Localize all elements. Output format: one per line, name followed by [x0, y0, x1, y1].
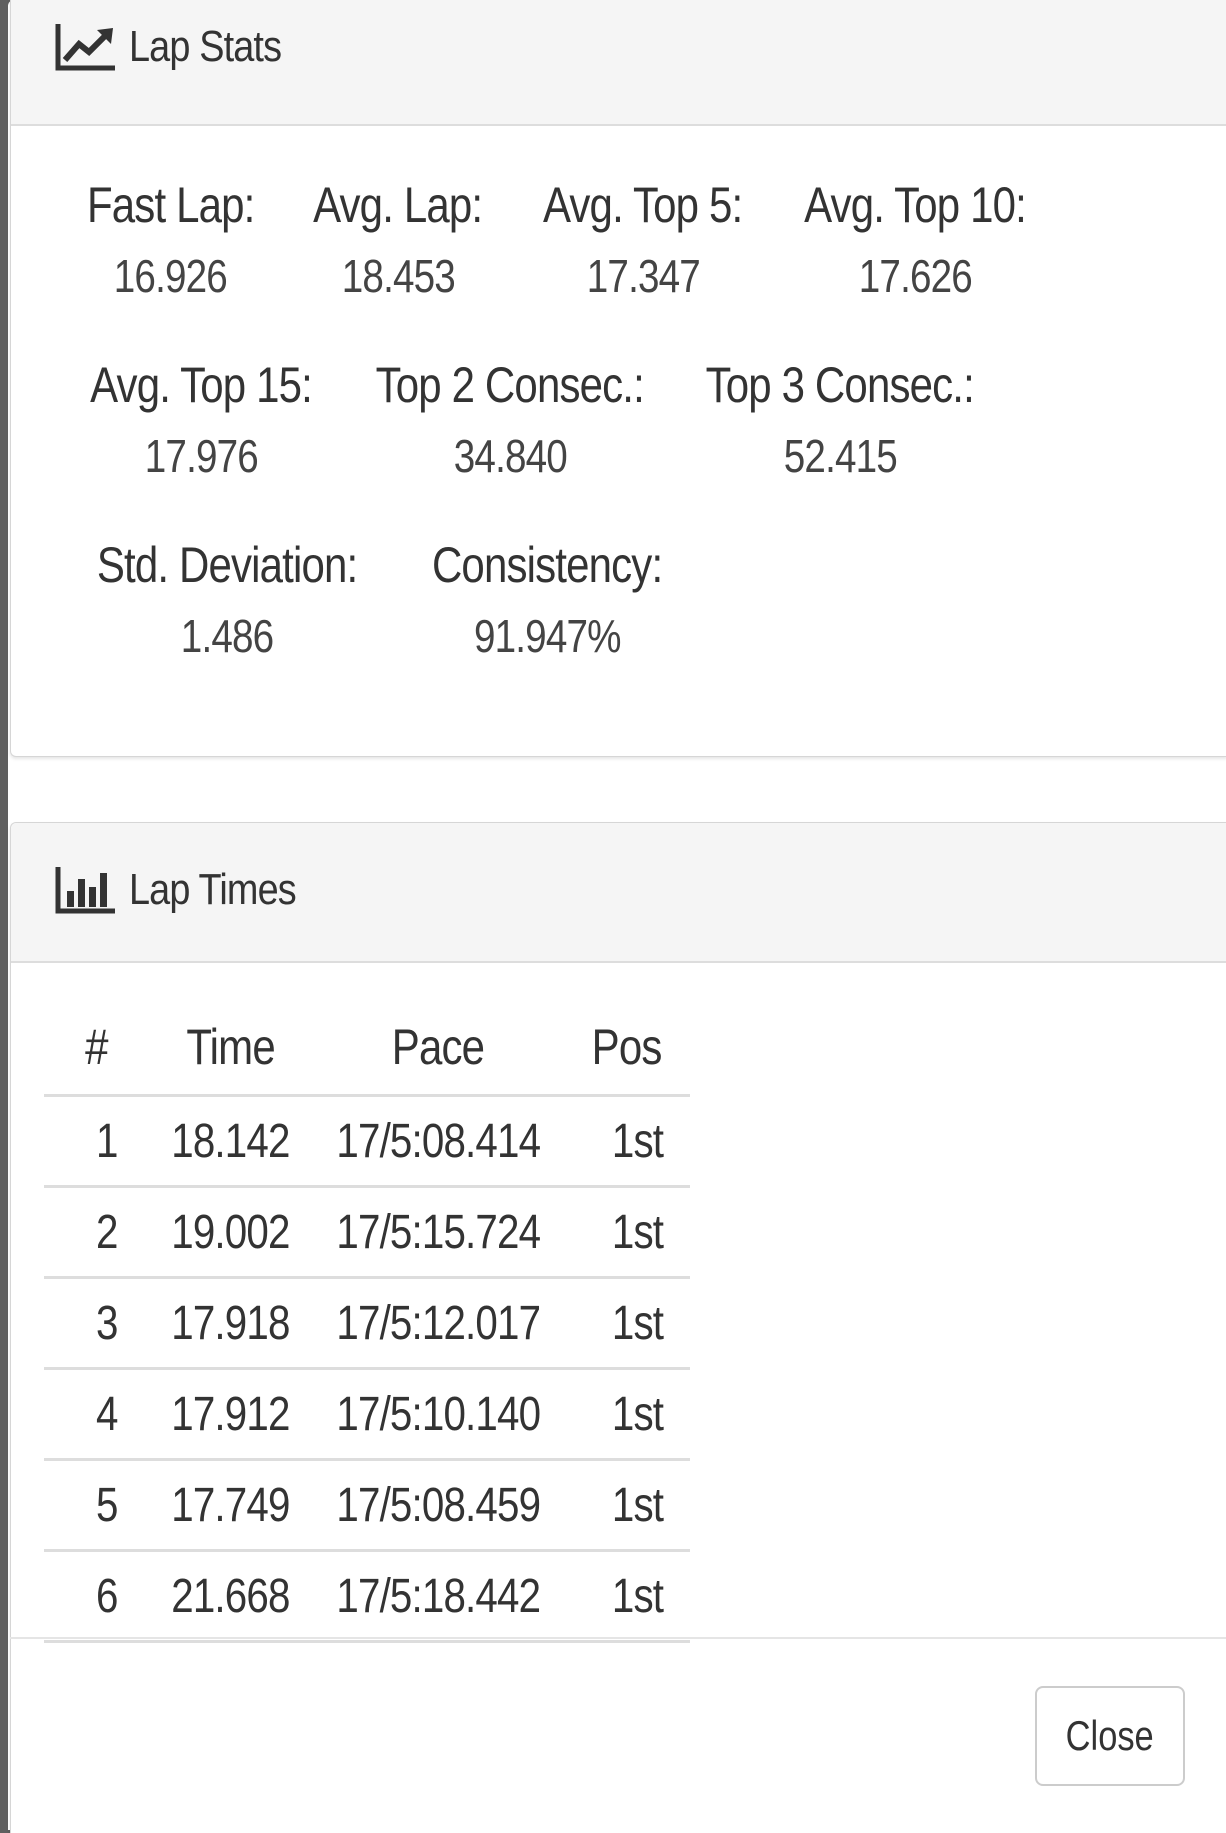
lap-number: 3 [96, 1296, 118, 1350]
lap-times-table: # Time Pace Pos 1 18.142 17/5:08.414 1st… [44, 1000, 690, 1643]
stat-value: 17.976 [144, 430, 258, 482]
lap-pace: 17/5:12.017 [336, 1296, 541, 1350]
stat-label: Avg. Lap: [313, 177, 483, 233]
stat-value: 18.453 [341, 250, 455, 302]
lap-number: 1 [96, 1114, 118, 1168]
table-header-row: # Time Pace Pos [44, 1000, 690, 1097]
table-row: 3 17.918 17/5:12.017 1st [44, 1277, 690, 1370]
lap-times-title: Lap Times [129, 865, 297, 914]
stat-label: Avg. Top 5: [543, 177, 743, 233]
modal-footer-divider [10, 1637, 1226, 1639]
lap-pace: 17/5:10.140 [336, 1387, 541, 1441]
stat-label: Avg. Top 15: [90, 357, 313, 413]
stat-avg-top-5: Avg. Top 5: 17.347 [512, 174, 774, 308]
stat-value: 16.926 [113, 250, 228, 302]
column-header-pos: Pos [591, 1019, 662, 1075]
lap-pace: 17/5:18.442 [336, 1569, 541, 1623]
stats-row-2: Avg. Top 15: 17.976 Top 2 Consec.: 34.84… [57, 354, 1005, 488]
bar-chart-icon [55, 867, 115, 914]
stat-value: 91.947% [473, 610, 622, 662]
lap-position: 1st [611, 1205, 664, 1259]
lap-position: 1st [611, 1296, 664, 1350]
lap-number: 6 [96, 1569, 118, 1623]
stat-fast-lap: Fast Lap: 16.926 [57, 174, 284, 308]
column-header-time: Time [186, 1019, 275, 1075]
close-button[interactable]: Close [1035, 1686, 1185, 1786]
table-row: 4 17.912 17/5:10.140 1st [44, 1368, 690, 1461]
stats-row-3: Std. Deviation: 1.486 Consistency: 91.94… [57, 534, 697, 668]
stat-value: 17.347 [586, 250, 700, 302]
column-header-pace: Pace [391, 1019, 485, 1075]
table-row: 2 19.002 17/5:15.724 1st [44, 1186, 690, 1279]
stat-label: Fast Lap: [86, 177, 255, 233]
stat-value: 1.486 [180, 610, 274, 662]
stat-value: 17.626 [858, 250, 972, 302]
lap-pace: 17/5:08.459 [336, 1478, 541, 1532]
stat-value: 52.415 [783, 430, 897, 482]
lap-time: 17.912 [171, 1387, 290, 1441]
stat-std-deviation: Std. Deviation: 1.486 [57, 534, 397, 668]
lap-position: 1st [611, 1569, 664, 1623]
line-chart-icon [55, 24, 115, 71]
lap-time: 17.749 [171, 1478, 290, 1532]
stat-avg-top-10: Avg. Top 10: 17.626 [774, 174, 1056, 308]
column-header-number: # [85, 1019, 108, 1075]
stat-avg-lap: Avg. Lap: 18.453 [284, 174, 512, 308]
lap-pace: 17/5:15.724 [336, 1205, 541, 1259]
lap-stats-panel: Lap Stats Fast Lap: 16.926 Avg. Lap: 18.… [10, 0, 1226, 757]
lap-time: 18.142 [171, 1114, 290, 1168]
lap-number: 4 [96, 1387, 118, 1441]
table-row: 1 18.142 17/5:08.414 1st [44, 1095, 690, 1188]
stat-value: 34.840 [453, 430, 567, 482]
stats-row-1: Fast Lap: 16.926 Avg. Lap: 18.453 Avg. T… [57, 174, 1056, 308]
lap-time: 21.668 [171, 1569, 290, 1623]
stat-consistency: Consistency: 91.947% [397, 534, 697, 668]
lap-time: 19.002 [171, 1205, 290, 1259]
close-button-label: Close [1065, 1712, 1155, 1759]
lap-number: 2 [96, 1205, 118, 1259]
table-row: 6 21.668 17/5:18.442 1st [44, 1550, 690, 1643]
table-row: 5 17.749 17/5:08.459 1st [44, 1459, 690, 1552]
stat-label: Top 3 Consec.: [705, 357, 975, 413]
lap-time: 17.918 [171, 1296, 290, 1350]
lap-stats-heading: Lap Stats [11, 0, 1226, 126]
stat-top-3-consec: Top 3 Consec.: 52.415 [675, 354, 1005, 488]
lap-position: 1st [611, 1387, 664, 1441]
stat-avg-top-15: Avg. Top 15: 17.976 [57, 354, 345, 488]
lap-stats-title: Lap Stats [129, 22, 282, 71]
stat-label: Top 2 Consec.: [375, 357, 645, 413]
stat-label: Consistency: [431, 537, 663, 593]
lap-position: 1st [611, 1478, 664, 1532]
lap-times-heading: Lap Times [11, 823, 1226, 963]
stat-label: Avg. Top 10: [804, 177, 1027, 233]
stat-label: Std. Deviation: [96, 537, 358, 593]
stat-top-2-consec: Top 2 Consec.: 34.840 [345, 354, 675, 488]
lap-pace: 17/5:08.414 [336, 1114, 541, 1168]
lap-number: 5 [96, 1478, 118, 1532]
lap-position: 1st [611, 1114, 664, 1168]
